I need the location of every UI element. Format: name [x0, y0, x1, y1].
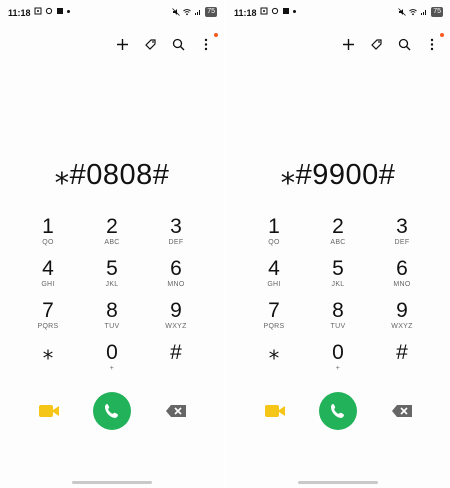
key-star[interactable]: ⁎: [242, 338, 306, 380]
call-button[interactable]: [319, 392, 357, 430]
screenshot-icon: [34, 7, 42, 15]
status-time: 11:18: [8, 8, 31, 18]
voicemail-label: QO: [268, 239, 280, 246]
wifi-icon: [409, 9, 418, 16]
sync-icon: [45, 7, 53, 15]
key-9[interactable]: 9 WXYZ: [370, 296, 434, 338]
signal-icon: [421, 10, 427, 15]
screenshot-icon: [260, 7, 268, 15]
key-0[interactable]: 0 +: [306, 338, 370, 380]
search-icon[interactable]: [396, 36, 412, 52]
dialer-toolbar: [114, 33, 218, 52]
status-bar: 11:18 75: [0, 0, 224, 24]
key-2[interactable]: 2 ABC: [80, 212, 144, 254]
key-1[interactable]: 1 QO: [16, 212, 80, 254]
key-hash[interactable]: #: [144, 338, 208, 380]
video-call-icon[interactable]: [38, 402, 60, 420]
phone-icon: [331, 404, 344, 418]
keypad: 1 QO 2 ABC 3 DEF 4 GHI 5 JKL 6 MNO 7 PQRS 8 TUV …: [16, 212, 208, 382]
video-call-icon[interactable]: [264, 402, 286, 420]
notification-dot: [440, 33, 444, 37]
battery-icon: 75: [431, 7, 443, 17]
backspace-icon[interactable]: [165, 404, 187, 418]
sync-icon: [271, 7, 279, 15]
battery-icon: 75: [205, 7, 217, 17]
key-2[interactable]: 2 ABC: [306, 212, 370, 254]
voicemail-label: QO: [42, 239, 54, 246]
dialer-screen-left: 11:18 75 ⁎#0808# 1 QO 2 ABC 3 DEF 4 GHI …: [0, 0, 224, 488]
mute-icon: [172, 8, 180, 16]
keypad: 1 QO 2 ABC 3 DEF 4 GHI 5 JKL 6 MNO 7 PQRS 8 TUV …: [242, 212, 434, 382]
key-7[interactable]: 7 PQRS: [242, 296, 306, 338]
wifi-icon: [183, 9, 192, 16]
key-9[interactable]: 9 WXYZ: [144, 296, 208, 338]
add-icon[interactable]: [340, 36, 356, 52]
more-options-icon[interactable]: [424, 33, 444, 52]
key-8[interactable]: 8 TUV: [306, 296, 370, 338]
key-5[interactable]: 5 JKL: [80, 254, 144, 296]
dialed-number: ⁎#0808#: [54, 159, 170, 191]
tag-icon[interactable]: [142, 36, 158, 52]
backspace-icon[interactable]: [391, 404, 413, 418]
key-6[interactable]: 6 MNO: [144, 254, 208, 296]
dialer-toolbar: [340, 33, 444, 52]
home-indicator[interactable]: [72, 481, 152, 484]
notification-app-icon: [57, 8, 63, 14]
status-time: 11:18: [234, 8, 257, 18]
signal-icon: [195, 10, 201, 15]
key-3[interactable]: 3 DEF: [144, 212, 208, 254]
phone-icon: [105, 404, 118, 418]
key-8[interactable]: 8 TUV: [80, 296, 144, 338]
key-4[interactable]: 4 GHI: [242, 254, 306, 296]
key-hash[interactable]: #: [370, 338, 434, 380]
notification-dot: [214, 33, 218, 37]
key-7[interactable]: 7 PQRS: [16, 296, 80, 338]
mute-icon: [398, 8, 406, 16]
dialer-screen-right: 11:18 75 ⁎#9900# 1 QO 2 ABC 3 DEF 4 GHI …: [226, 0, 450, 488]
key-6[interactable]: 6 MNO: [370, 254, 434, 296]
call-button[interactable]: [93, 392, 131, 430]
tag-icon[interactable]: [368, 36, 384, 52]
key-star[interactable]: ⁎: [16, 338, 80, 380]
key-5[interactable]: 5 JKL: [306, 254, 370, 296]
dialer-actions: [0, 392, 224, 432]
dialed-number: ⁎#9900#: [280, 159, 396, 191]
more-options-icon[interactable]: [198, 33, 218, 52]
status-bar: 11:18 75: [226, 0, 450, 24]
key-4[interactable]: 4 GHI: [16, 254, 80, 296]
key-0[interactable]: 0 +: [80, 338, 144, 380]
key-1[interactable]: 1 QO: [242, 212, 306, 254]
search-icon[interactable]: [170, 36, 186, 52]
add-icon[interactable]: [114, 36, 130, 52]
more-notifications-icon: [67, 10, 70, 13]
dialer-actions: [226, 392, 450, 432]
more-notifications-icon: [293, 10, 296, 13]
home-indicator[interactable]: [298, 481, 378, 484]
notification-app-icon: [283, 8, 289, 14]
key-3[interactable]: 3 DEF: [370, 212, 434, 254]
